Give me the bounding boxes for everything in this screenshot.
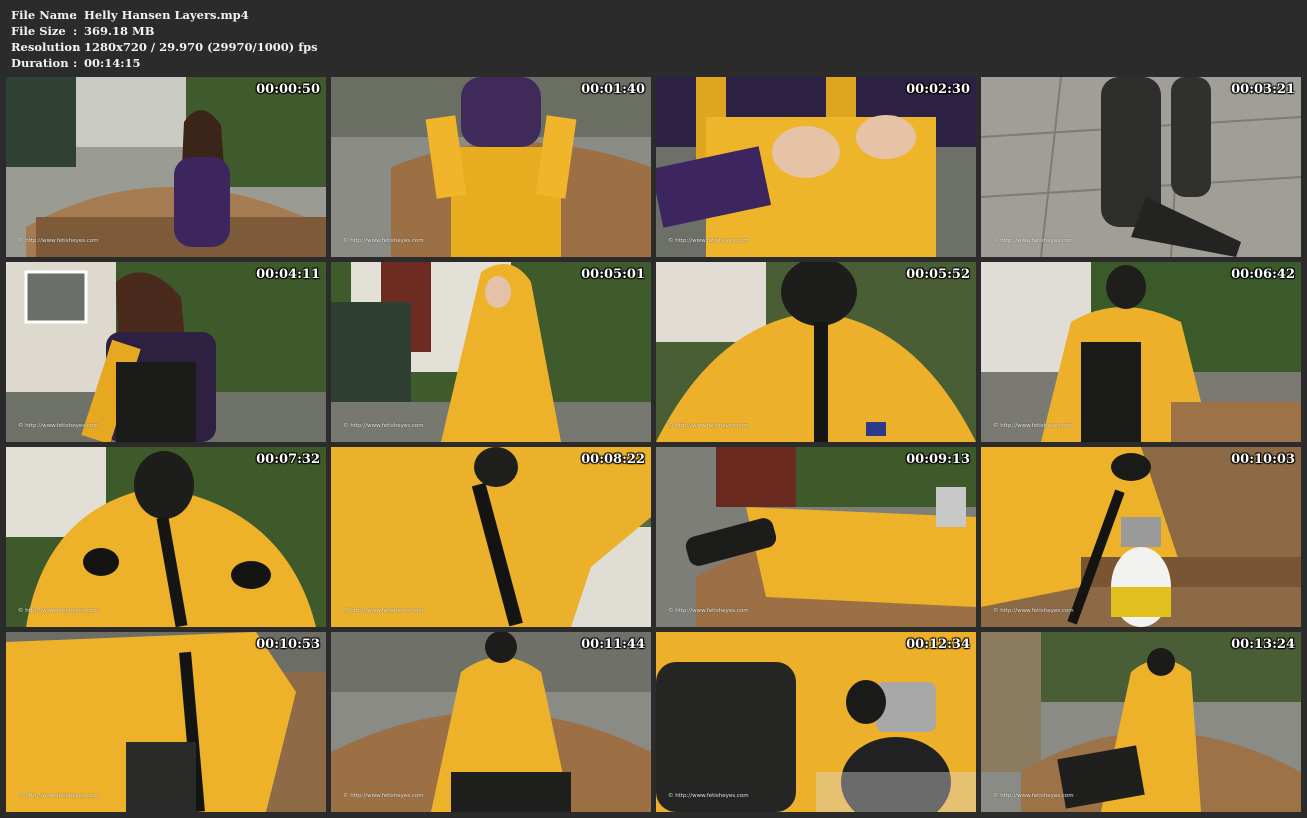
thumbnail-timestamp: 00:12:34 bbox=[906, 637, 970, 652]
file-name-value: Helly Hansen Layers.mp4 bbox=[84, 8, 249, 22]
separator: : bbox=[73, 40, 78, 54]
video-thumbnail[interactable]: 00:05:01 © http://www.fetisheyes.com bbox=[331, 262, 651, 442]
video-thumbnail[interactable]: 00:04:11 © http://www.fetisheyes.com bbox=[6, 262, 326, 442]
video-thumbnail[interactable]: 00:10:03 © http://www.fetisheyes.com bbox=[981, 447, 1301, 627]
thumbnail-timestamp: 00:05:01 bbox=[581, 267, 645, 282]
duration-value: 00:14:15 bbox=[84, 56, 141, 70]
thumbnail-frame-image bbox=[981, 447, 1301, 627]
thumbnail-frame-image bbox=[981, 77, 1301, 257]
thumbnail-frame-image bbox=[331, 632, 651, 812]
thumbnail-frame-image bbox=[656, 632, 976, 812]
thumbnail-timestamp: 00:11:44 bbox=[581, 637, 645, 652]
thumbnail-timestamp: 00:07:32 bbox=[256, 452, 320, 467]
thumbnail-timestamp: 00:09:13 bbox=[906, 452, 970, 467]
video-thumbnail[interactable]: 00:10:53 © http://www.fetisheyes.com bbox=[6, 632, 326, 812]
watermark-text: © http://www.fetisheyes.com bbox=[18, 423, 99, 429]
thumbnail-timestamp: 00:02:30 bbox=[906, 82, 970, 97]
thumbnail-frame-image bbox=[6, 262, 326, 442]
file-name-label: File Name bbox=[11, 8, 77, 22]
watermark-text: © http://www.fetisheyes.com bbox=[343, 793, 424, 799]
watermark-text: © http://www.fetisheyes.com bbox=[668, 608, 749, 614]
watermark-text: © http://www.fetisheyes.com bbox=[993, 793, 1074, 799]
file-size-label: File Size bbox=[11, 24, 66, 38]
resolution-row: Resolution : 1280x720 / 29.970 (29970/10… bbox=[11, 39, 318, 55]
watermark-text: © http://www.fetisheyes.com bbox=[668, 423, 749, 429]
thumbnail-frame-image bbox=[331, 447, 651, 627]
video-thumbnail[interactable]: 00:05:52 © http://www.fetisheyes.com bbox=[656, 262, 976, 442]
thumbnail-timestamp: 00:10:03 bbox=[1231, 452, 1295, 467]
thumbnail-timestamp: 00:05:52 bbox=[906, 267, 970, 282]
duration-label: Duration bbox=[11, 56, 69, 70]
separator: : bbox=[73, 56, 78, 70]
resolution-value: 1280x720 / 29.970 (29970/1000) fps bbox=[84, 40, 318, 54]
thumbnail-frame-image bbox=[656, 262, 976, 442]
thumbnail-grid: 00:00:50 © http://www.fetisheyes.com 00:0… bbox=[6, 77, 1301, 812]
watermark-text: © http://www.fetisheyes.com bbox=[18, 238, 99, 244]
thumbnail-frame-image bbox=[331, 262, 651, 442]
thumbnail-frame-image bbox=[656, 447, 976, 627]
thumbnail-timestamp: 00:06:42 bbox=[1231, 267, 1295, 282]
file-size-row: File Size : 369.18 MB bbox=[11, 23, 318, 39]
watermark-text: © http://www.fetisheyes.com bbox=[343, 238, 424, 244]
file-size-value: 369.18 MB bbox=[84, 24, 155, 38]
thumbnail-frame-image bbox=[6, 77, 326, 257]
watermark-text: © http://www.fetisheyes.com bbox=[668, 238, 749, 244]
video-thumbnail[interactable]: 00:07:32 © http://www.fetisheyes.com bbox=[6, 447, 326, 627]
separator: : bbox=[73, 24, 78, 38]
video-thumbnail[interactable]: 00:09:13 © http://www.fetisheyes.com bbox=[656, 447, 976, 627]
thumbnail-timestamp: 00:01:40 bbox=[581, 82, 645, 97]
video-thumbnail[interactable]: 00:03:21 © http://www.fetisheyes.com bbox=[981, 77, 1301, 257]
video-thumbnail[interactable]: 00:01:40 © http://www.fetisheyes.com bbox=[331, 77, 651, 257]
thumbnail-timestamp: 00:08:22 bbox=[581, 452, 645, 467]
thumbnail-frame-image bbox=[656, 77, 976, 257]
thumbnail-timestamp: 00:10:53 bbox=[256, 637, 320, 652]
watermark-text: © http://www.fetisheyes.com bbox=[993, 238, 1074, 244]
watermark-text: © http://www.fetisheyes.com bbox=[343, 608, 424, 614]
file-name-row: File Name : Helly Hansen Layers.mp4 bbox=[11, 7, 318, 23]
thumbnail-frame-image bbox=[6, 447, 326, 627]
separator: : bbox=[73, 8, 78, 22]
thumbnail-timestamp: 00:04:11 bbox=[256, 267, 320, 282]
thumbnail-frame-image bbox=[331, 77, 651, 257]
thumbnail-timestamp: 00:00:50 bbox=[256, 82, 320, 97]
watermark-text: © http://www.fetisheyes.com bbox=[343, 423, 424, 429]
video-thumbnail[interactable]: 00:02:30 © http://www.fetisheyes.com bbox=[656, 77, 976, 257]
watermark-text: © http://www.fetisheyes.com bbox=[18, 793, 99, 799]
video-thumbnail[interactable]: 00:06:42 © http://www.fetisheyes.com bbox=[981, 262, 1301, 442]
watermark-text: © http://www.fetisheyes.com bbox=[993, 608, 1074, 614]
video-thumbnail[interactable]: 00:11:44 © http://www.fetisheyes.com bbox=[331, 632, 651, 812]
thumbnail-timestamp: 00:03:21 bbox=[1231, 82, 1295, 97]
watermark-text: © http://www.fetisheyes.com bbox=[668, 793, 749, 799]
duration-row: Duration : 00:14:15 bbox=[11, 55, 318, 71]
file-info-header: File Name : Helly Hansen Layers.mp4 File… bbox=[11, 7, 318, 71]
thumbnail-frame-image bbox=[6, 632, 326, 812]
video-thumbnail[interactable]: 00:13:24 © http://www.fetisheyes.com bbox=[981, 632, 1301, 812]
thumbnail-timestamp: 00:13:24 bbox=[1231, 637, 1295, 652]
watermark-text: © http://www.fetisheyes.com bbox=[18, 608, 99, 614]
video-thumbnail[interactable]: 00:08:22 © http://www.fetisheyes.com bbox=[331, 447, 651, 627]
resolution-label: Resolution bbox=[11, 40, 81, 54]
thumbnail-frame-image bbox=[981, 632, 1301, 812]
watermark-text: © http://www.fetisheyes.com bbox=[993, 423, 1074, 429]
video-thumbnail[interactable]: 00:00:50 © http://www.fetisheyes.com bbox=[6, 77, 326, 257]
thumbnail-frame-image bbox=[981, 262, 1301, 442]
video-thumbnail[interactable]: 00:12:34 © http://www.fetisheyes.com bbox=[656, 632, 976, 812]
